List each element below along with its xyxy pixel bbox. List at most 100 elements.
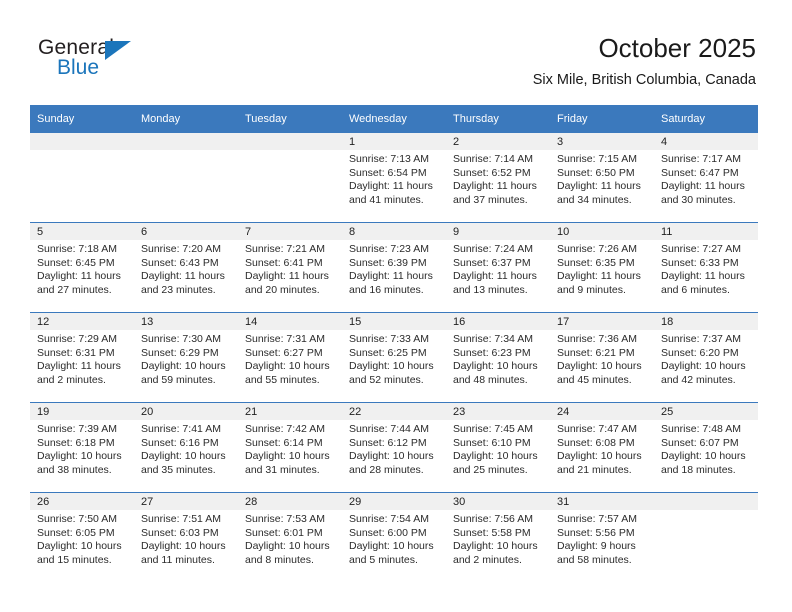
day-details: Sunrise: 7:54 AM Sunset: 6:00 PM Daylight:… — [342, 510, 446, 567]
calendar-day-cell[interactable]: 8 Sunrise: 7:23 AM Sunset: 6:39 PM Daylight… — [342, 222, 446, 313]
calendar-day-cell[interactable]: 26 Sunrise: 7:50 AM Sunset: 6:05 PM Dayligh… — [30, 492, 134, 582]
day-number: 13 — [134, 313, 238, 330]
calendar-day-cell[interactable]: 2 Sunrise: 7:14 AM Sunset: 6:52 PM Daylight… — [446, 133, 550, 223]
day-cell-inner: 29 Sunrise: 7:54 AM Sunset: 6:00 PM Dayligh… — [342, 493, 446, 582]
day-details: Sunrise: 7:29 AM Sunset: 6:31 PM Daylight:… — [30, 330, 134, 387]
calendar-page: General Blue October 2025 Six Mile, Brit… — [0, 0, 792, 612]
calendar-day-cell-empty — [654, 492, 758, 582]
day-details: Sunrise: 7:57 AM Sunset: 5:56 PM Daylight:… — [550, 510, 654, 567]
day-number: 25 — [654, 403, 758, 420]
sunrise-text: Sunrise: 7:41 AM — [141, 423, 221, 435]
calendar-day-cell[interactable]: 24 Sunrise: 7:47 AM Sunset: 6:08 PM Dayligh… — [550, 402, 654, 493]
day-cell-inner: 19 Sunrise: 7:39 AM Sunset: 6:18 PM Dayligh… — [30, 403, 134, 492]
daylight-text-line1: Daylight: 10 hours — [349, 540, 434, 553]
calendar-week-row: 26 Sunrise: 7:50 AM Sunset: 6:05 PM Dayligh… — [30, 492, 758, 582]
calendar-day-cell[interactable]: 3 Sunrise: 7:15 AM Sunset: 6:50 PM Daylight… — [550, 133, 654, 223]
calendar-day-cell[interactable]: 18 Sunrise: 7:37 AM Sunset: 6:20 PM Dayligh… — [654, 312, 758, 403]
day-number: 12 — [30, 313, 134, 330]
weekday-header-sunday: Sunday — [30, 105, 134, 133]
calendar-day-cell[interactable]: 16 Sunrise: 7:34 AM Sunset: 6:23 PM Dayligh… — [446, 312, 550, 403]
day-cell-inner: 24 Sunrise: 7:47 AM Sunset: 6:08 PM Dayligh… — [550, 403, 654, 492]
day-details — [134, 150, 238, 153]
sunset-text: Sunset: 6:31 PM — [37, 346, 115, 359]
day-number: 26 — [30, 493, 134, 510]
day-details: Sunrise: 7:30 AM Sunset: 6:29 PM Daylight:… — [134, 330, 238, 387]
calendar-day-cell[interactable]: 11 Sunrise: 7:27 AM Sunset: 6:33 PM Dayligh… — [654, 222, 758, 313]
calendar-day-cell[interactable]: 20 Sunrise: 7:41 AM Sunset: 6:16 PM Dayligh… — [134, 402, 238, 493]
day-details: Sunrise: 7:37 AM Sunset: 6:20 PM Daylight:… — [654, 330, 758, 387]
day-details: Sunrise: 7:44 AM Sunset: 6:12 PM Daylight:… — [342, 420, 446, 477]
calendar-day-cell[interactable]: 31 Sunrise: 7:57 AM Sunset: 5:56 PM Dayligh… — [550, 492, 654, 582]
logo-text-blue: Blue — [57, 56, 100, 79]
calendar-day-cell[interactable]: 6 Sunrise: 7:20 AM Sunset: 6:43 PM Daylight… — [134, 222, 238, 313]
sunset-text: Sunset: 5:58 PM — [453, 526, 531, 539]
sunset-text: Sunset: 6:54 PM — [349, 166, 427, 179]
day-details: Sunrise: 7:56 AM Sunset: 5:58 PM Daylight:… — [446, 510, 550, 567]
sunrise-text: Sunrise: 7:51 AM — [141, 513, 221, 525]
sunset-text: Sunset: 6:18 PM — [37, 436, 115, 449]
daylight-text-line2: and 58 minutes. — [557, 553, 632, 566]
calendar-day-cell[interactable]: 13 Sunrise: 7:30 AM Sunset: 6:29 PM Dayligh… — [134, 312, 238, 403]
calendar-day-cell[interactable]: 4 Sunrise: 7:17 AM Sunset: 6:47 PM Daylight… — [654, 133, 758, 223]
calendar-day-cell[interactable]: 14 Sunrise: 7:31 AM Sunset: 6:27 PM Dayligh… — [238, 312, 342, 403]
daylight-text-line2: and 2 minutes. — [453, 553, 522, 566]
daylight-text-line2: and 11 minutes. — [141, 553, 215, 566]
sunrise-text: Sunrise: 7:27 AM — [661, 243, 741, 255]
daylight-text-line2: and 55 minutes. — [245, 373, 320, 386]
calendar-day-cell[interactable]: 12 Sunrise: 7:29 AM Sunset: 6:31 PM Dayligh… — [30, 312, 134, 403]
sunrise-text: Sunrise: 7:20 AM — [141, 243, 221, 255]
day-number: 21 — [238, 403, 342, 420]
weekday-header-saturday: Saturday — [654, 105, 758, 133]
calendar-day-cell[interactable]: 28 Sunrise: 7:53 AM Sunset: 6:01 PM Dayligh… — [238, 492, 342, 582]
sunrise-text: Sunrise: 7:53 AM — [245, 513, 325, 525]
calendar-day-cell[interactable]: 25 Sunrise: 7:48 AM Sunset: 6:07 PM Dayligh… — [654, 402, 758, 493]
day-cell-inner: 13 Sunrise: 7:30 AM Sunset: 6:29 PM Dayligh… — [134, 313, 238, 402]
calendar-day-cell[interactable]: 30 Sunrise: 7:56 AM Sunset: 5:58 PM Dayligh… — [446, 492, 550, 582]
calendar-day-cell[interactable]: 21 Sunrise: 7:42 AM Sunset: 6:14 PM Dayligh… — [238, 402, 342, 493]
calendar-day-cell[interactable]: 19 Sunrise: 7:39 AM Sunset: 6:18 PM Dayligh… — [30, 402, 134, 493]
calendar-day-cell[interactable]: 29 Sunrise: 7:54 AM Sunset: 6:00 PM Dayligh… — [342, 492, 446, 582]
sunset-text: Sunset: 6:10 PM — [453, 436, 531, 449]
day-number: 4 — [654, 133, 758, 150]
daylight-text-line1: Daylight: 11 hours — [557, 270, 641, 283]
daylight-text-line2: and 2 minutes. — [37, 373, 106, 386]
daylight-text-line2: and 41 minutes. — [349, 193, 424, 206]
calendar-day-cell[interactable]: 10 Sunrise: 7:26 AM Sunset: 6:35 PM Dayligh… — [550, 222, 654, 313]
day-cell-inner: 15 Sunrise: 7:33 AM Sunset: 6:25 PM Dayligh… — [342, 313, 446, 402]
day-number: 14 — [238, 313, 342, 330]
daylight-text-line1: Daylight: 10 hours — [37, 450, 122, 463]
calendar-day-cell[interactable]: 9 Sunrise: 7:24 AM Sunset: 6:37 PM Daylight… — [446, 222, 550, 313]
sunrise-text: Sunrise: 7:21 AM — [245, 243, 325, 255]
sunrise-text: Sunrise: 7:18 AM — [37, 243, 117, 255]
calendar-day-cell[interactable]: 23 Sunrise: 7:45 AM Sunset: 6:10 PM Dayligh… — [446, 402, 550, 493]
page-subtitle: Six Mile, British Columbia, Canada — [532, 72, 756, 88]
daylight-text-line2: and 30 minutes. — [661, 193, 736, 206]
day-number: 6 — [134, 223, 238, 240]
calendar-day-cell[interactable]: 15 Sunrise: 7:33 AM Sunset: 6:25 PM Dayligh… — [342, 312, 446, 403]
daylight-text-line2: and 16 minutes. — [349, 283, 424, 296]
day-cell-inner: 2 Sunrise: 7:14 AM Sunset: 6:52 PM Daylight… — [446, 133, 550, 222]
sunset-text: Sunset: 6:21 PM — [557, 346, 635, 359]
calendar-day-cell[interactable]: 1 Sunrise: 7:13 AM Sunset: 6:54 PM Daylight… — [342, 133, 446, 223]
sunset-text: Sunset: 6:16 PM — [141, 436, 219, 449]
calendar-day-cell[interactable]: 27 Sunrise: 7:51 AM Sunset: 6:03 PM Dayligh… — [134, 492, 238, 582]
calendar-day-cell-empty — [30, 133, 134, 223]
calendar-day-cell[interactable]: 22 Sunrise: 7:44 AM Sunset: 6:12 PM Dayligh… — [342, 402, 446, 493]
general-blue-logo[interactable]: General Blue — [38, 36, 218, 90]
day-number: 5 — [30, 223, 134, 240]
calendar-day-cell[interactable]: 7 Sunrise: 7:21 AM Sunset: 6:41 PM Daylight… — [238, 222, 342, 313]
calendar-day-cell-empty — [238, 133, 342, 223]
day-number: 16 — [446, 313, 550, 330]
calendar-day-cell[interactable]: 5 Sunrise: 7:18 AM Sunset: 6:45 PM Daylight… — [30, 222, 134, 313]
day-cell-inner — [30, 133, 134, 222]
day-number: 29 — [342, 493, 446, 510]
sunset-text: Sunset: 6:33 PM — [661, 256, 739, 269]
calendar-day-cell[interactable]: 17 Sunrise: 7:36 AM Sunset: 6:21 PM Dayligh… — [550, 312, 654, 403]
day-cell-inner: 18 Sunrise: 7:37 AM Sunset: 6:20 PM Dayligh… — [654, 313, 758, 402]
day-number: 27 — [134, 493, 238, 510]
calendar-week-row: 5 Sunrise: 7:18 AM Sunset: 6:45 PM Daylight… — [30, 222, 758, 313]
sunrise-text: Sunrise: 7:39 AM — [37, 423, 117, 435]
day-number: 11 — [654, 223, 758, 240]
day-cell-inner: 7 Sunrise: 7:21 AM Sunset: 6:41 PM Daylight… — [238, 223, 342, 312]
day-details: Sunrise: 7:15 AM Sunset: 6:50 PM Daylight:… — [550, 150, 654, 207]
